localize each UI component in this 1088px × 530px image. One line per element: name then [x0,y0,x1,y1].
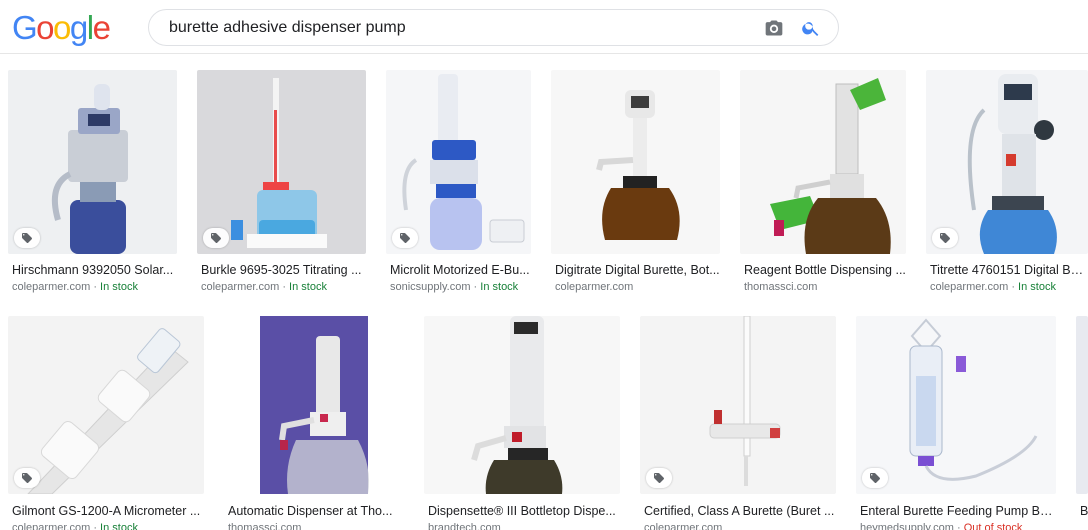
result-card[interactable]: Hirschmann 9392050 Solar... coleparmer.c… [8,70,177,300]
search-input[interactable] [169,18,729,38]
result-title[interactable]: Certified, Class A Burette (Buret ... [644,503,836,519]
result-thumbnail[interactable] [926,70,1088,254]
result-thumbnail[interactable] [424,316,620,494]
search-box[interactable] [148,9,839,46]
result-title[interactable]: Burkle 9695-3025 Titrating ... [201,262,366,278]
result-thumbnail[interactable] [640,316,836,494]
result-meta: coleparmer.com · In stock [12,281,138,293]
camera-icon[interactable] [764,18,784,38]
result-card[interactable]: B [1076,316,1088,530]
result-meta: thomassci.com [228,521,404,530]
result-source: coleparmer.com [12,522,91,530]
result-title[interactable]: Automatic Dispenser at Tho... [228,503,404,519]
result-card[interactable]: Reagent Bottle Dispensing ... thomassci.… [740,70,906,300]
logo-letter: o [36,9,54,46]
result-card[interactable]: Certified, Class A Burette (Buret ... co… [640,316,836,530]
result-title[interactable]: Reagent Bottle Dispensing ... [744,262,906,278]
shopping-tag-icon [932,228,958,248]
result-source: coleparmer.com [12,281,91,293]
result-source: coleparmer.com [555,281,634,293]
result-meta: coleparmer.com [555,280,720,294]
result-title[interactable]: B [1080,503,1088,519]
stock-status: In stock [100,281,138,293]
result-source: sonicsupply.com [390,281,471,293]
result-meta: brandtech.com [428,521,620,530]
image-results-grid: Hirschmann 9392050 Solar... coleparmer.c… [0,54,1088,530]
stock-status: In stock [1018,281,1056,293]
shopping-tag-icon [14,228,40,248]
result-thumbnail[interactable] [740,70,906,254]
result-card[interactable]: Gilmont GS-1200-A Micrometer ... colepar… [8,316,204,530]
stock-status: In stock [100,522,138,530]
result-card[interactable]: Titrette 4760151 Digital Bot... coleparm… [926,70,1088,300]
result-thumbnail[interactable] [197,70,366,254]
result-title[interactable]: Digitrate Digital Burette, Bot... [555,262,720,278]
result-title[interactable]: Hirschmann 9392050 Solar... [12,262,177,278]
logo-letter: e [92,9,111,46]
result-meta: coleparmer.com [644,521,836,530]
result-title[interactable]: Microlit Motorized E-Bu... [390,262,531,278]
result-source: coleparmer.com [201,281,280,293]
result-thumbnail[interactable] [8,70,177,254]
shopping-tag-icon [862,468,888,488]
result-source: coleparmer.com [930,281,1009,293]
stock-status: Out of stock [963,522,1023,530]
result-source: thomassci.com [744,281,818,293]
stock-status: In stock [480,281,519,293]
result-thumbnail[interactable] [856,316,1056,494]
search-header: Google [0,0,1088,54]
result-source: thomassci.com [228,522,302,530]
shopping-tag-icon [646,468,672,488]
result-thumbnail[interactable] [8,316,204,494]
google-logo[interactable]: Google [12,9,111,47]
shopping-tag-icon [392,228,418,248]
result-title[interactable]: Enteral Burette Feeding Pump Ba... [860,503,1056,519]
result-card[interactable]: Microlit Motorized E-Bu... sonicsupply.c… [386,70,531,300]
shopping-tag-icon [203,228,229,248]
logo-letter: g [69,9,88,46]
result-meta: heymedsupply.com · Out of stock [860,521,1056,530]
result-card[interactable]: Automatic Dispenser at Tho... thomassci.… [224,316,404,530]
result-thumbnail[interactable] [386,70,531,254]
result-thumbnail[interactable] [224,316,404,494]
result-source: heymedsupply.com [860,522,954,530]
result-card[interactable]: Digitrate Digital Burette, Bot... colepa… [551,70,720,300]
result-meta: coleparmer.com · In stock [12,521,204,530]
result-meta: coleparmer.com · In stock [930,281,1056,293]
logo-letter: o [53,9,71,46]
search-icon[interactable] [801,18,821,38]
result-title[interactable]: Gilmont GS-1200-A Micrometer ... [12,503,204,519]
shopping-tag-icon [14,468,40,488]
result-source: coleparmer.com [644,522,723,530]
result-card[interactable]: Dispensette® III Bottletop Dispe... bran… [424,316,620,530]
stock-status: In stock [289,281,327,293]
result-title[interactable]: Titrette 4760151 Digital Bot... [930,262,1088,278]
logo-letter: G [12,9,38,46]
result-card[interactable]: Enteral Burette Feeding Pump Ba... heyme… [856,316,1056,530]
result-card[interactable]: Burkle 9695-3025 Titrating ... coleparme… [197,70,366,300]
result-thumbnail[interactable] [551,70,720,254]
result-source: brandtech.com [428,522,501,530]
result-meta: coleparmer.com · In stock [201,281,327,293]
result-thumbnail[interactable] [1076,316,1088,494]
result-meta: sonicsupply.com · In stock [390,281,519,293]
result-title[interactable]: Dispensette® III Bottletop Dispe... [428,503,620,519]
result-meta: thomassci.com [744,280,906,294]
